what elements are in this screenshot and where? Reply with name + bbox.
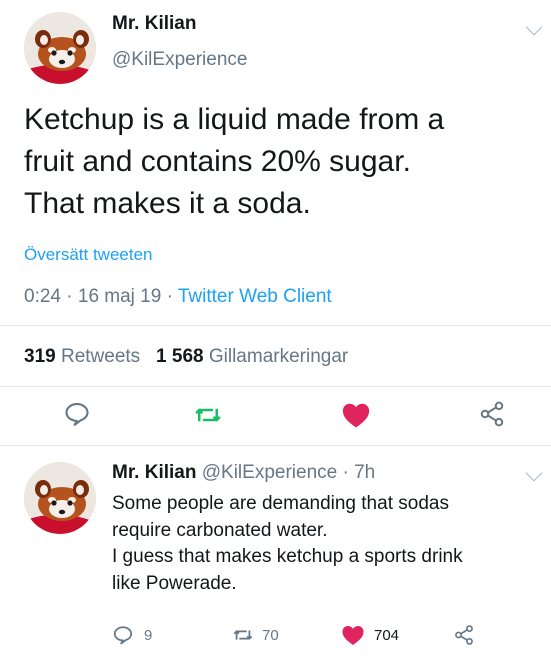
tweet-text-line: fruit and contains 20% sugar. bbox=[24, 145, 411, 178]
reply-count: 9 bbox=[144, 626, 153, 644]
chevron-down-icon[interactable] bbox=[525, 464, 543, 482]
tweet-metadata: 0:24 · 16 maj 19 · Twitter Web Client bbox=[24, 286, 332, 308]
retweets-stat[interactable]: 319 Retweets bbox=[24, 346, 140, 367]
reply-text-line: Some people are demanding that sodas bbox=[112, 493, 449, 514]
likes-stat[interactable]: 1 568 Gillamarkeringar bbox=[156, 346, 348, 367]
red-panda-avatar-image bbox=[24, 12, 96, 84]
retweets-count: 319 bbox=[24, 346, 56, 367]
like-button[interactable] bbox=[341, 401, 371, 429]
reply-age[interactable]: 7h bbox=[354, 462, 375, 483]
reply-header: Mr. Kilian @KilExperience · 7h bbox=[112, 462, 375, 484]
like-count: 704 bbox=[374, 626, 400, 644]
reply-author-avatar[interactable] bbox=[24, 462, 96, 534]
author-name[interactable]: Mr. Kilian bbox=[112, 13, 196, 35]
divider bbox=[0, 445, 551, 446]
speech-bubble-icon bbox=[113, 626, 133, 645]
reply-author-handle[interactable]: @KilExperience bbox=[202, 462, 337, 483]
reply-button[interactable] bbox=[63, 400, 91, 428]
author-avatar[interactable] bbox=[24, 12, 96, 84]
translate-tweet-link[interactable]: Översätt tweeten bbox=[24, 245, 153, 265]
likes-count: 1 568 bbox=[156, 346, 204, 367]
speech-bubble-icon bbox=[65, 403, 89, 426]
tweet-text-line: That makes it a soda. bbox=[24, 187, 311, 220]
retweet-button[interactable] bbox=[193, 400, 223, 430]
chevron-down-icon[interactable] bbox=[525, 18, 543, 36]
meta-separator: · bbox=[66, 286, 73, 307]
likes-label: Gillamarkeringar bbox=[208, 346, 349, 367]
reply-text-line: require carbonated water. bbox=[112, 519, 328, 541]
engagement-stats: 319 Retweets 1 568 Gillamarkeringar bbox=[24, 346, 348, 368]
divider bbox=[0, 386, 551, 387]
reply-share-button[interactable] bbox=[453, 624, 475, 646]
reply-text-line: I guess that makes ketchup a sports drin… bbox=[112, 546, 463, 567]
reply-like-button[interactable]: 704 bbox=[341, 624, 399, 646]
reply-reply-button[interactable]: 9 bbox=[112, 624, 152, 646]
reply-retweet-button[interactable]: 70 bbox=[231, 624, 279, 646]
share-button[interactable] bbox=[478, 400, 506, 428]
divider bbox=[0, 325, 551, 326]
tweet-date[interactable]: 16 maj 19 bbox=[78, 286, 161, 307]
share-nodes-icon bbox=[455, 625, 473, 645]
tweet-text: Ketchup is a liquid made from a fruit an… bbox=[24, 99, 444, 225]
reply-text: Some people are demanding that sodas req… bbox=[112, 491, 463, 597]
tweet-text-line: Ketchup is a liquid made from a bbox=[24, 103, 445, 136]
retweets-label: Retweets bbox=[60, 346, 141, 367]
meta-separator: · bbox=[166, 286, 173, 307]
retweet-arrows-icon bbox=[195, 408, 221, 422]
heart-icon bbox=[342, 626, 364, 645]
tweet-client[interactable]: Twitter Web Client bbox=[178, 286, 332, 307]
tweet-time[interactable]: 0:24 bbox=[24, 286, 61, 307]
meta-separator: · bbox=[342, 462, 349, 483]
retweet-arrows-icon bbox=[233, 630, 253, 640]
retweet-count: 70 bbox=[262, 626, 279, 644]
reply-author-name[interactable]: Mr. Kilian bbox=[112, 462, 196, 483]
heart-icon bbox=[342, 403, 370, 428]
reply-text-line: like Powerade. bbox=[112, 572, 237, 594]
author-handle[interactable]: @KilExperience bbox=[112, 49, 247, 71]
share-nodes-icon bbox=[480, 401, 504, 427]
red-panda-avatar-image bbox=[24, 462, 96, 534]
